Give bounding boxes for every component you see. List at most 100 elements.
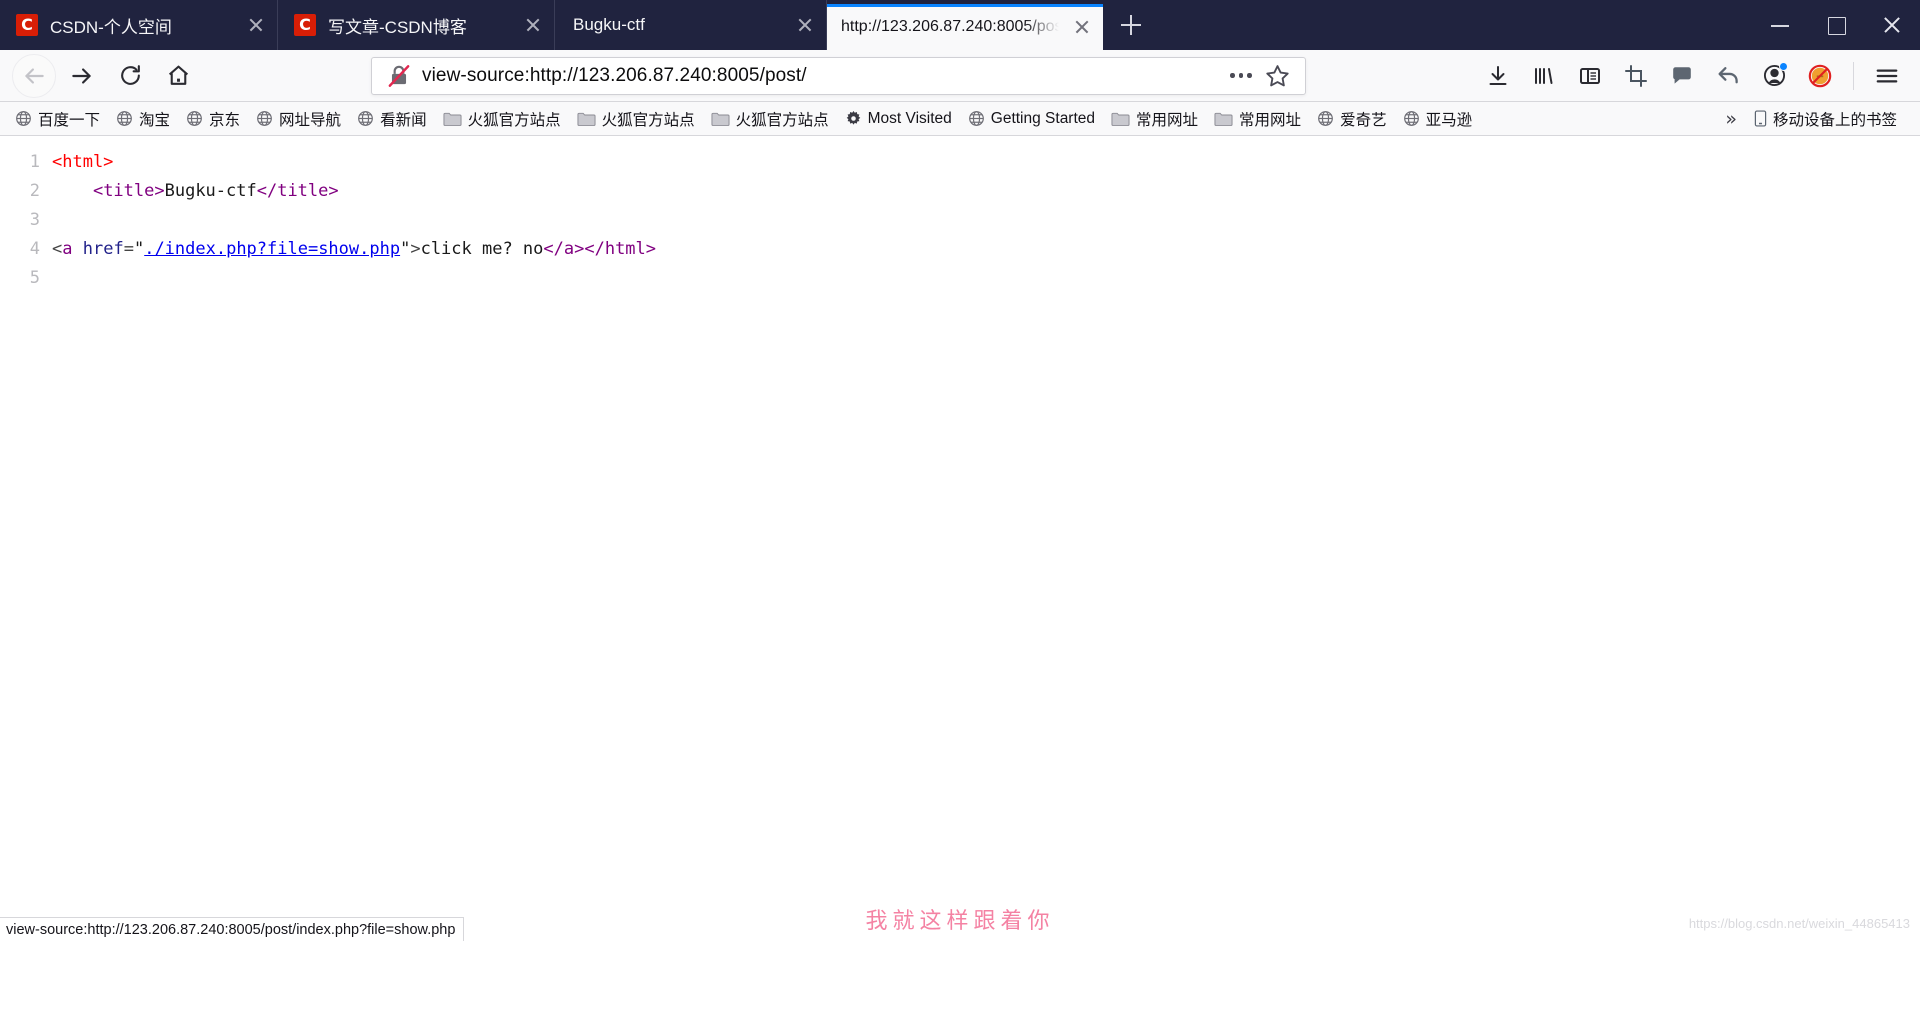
folder-icon [711, 111, 730, 127]
bookmark-label: 京东 [209, 111, 241, 129]
minimize-button[interactable] [1752, 0, 1808, 50]
bookmark-item-getting-started[interactable]: Getting Started [961, 107, 1102, 131]
equals-sign: = [123, 239, 134, 259]
navigation-toolbar: view-source:http://123.206.87.240:8005/p… [0, 50, 1920, 102]
downloads-icon[interactable] [1478, 56, 1518, 96]
line-number: 2 [29, 181, 40, 201]
chat-bubble-icon[interactable] [1662, 56, 1702, 96]
source-code: <html> [52, 148, 1920, 177]
sidebar-icon[interactable] [1570, 56, 1610, 96]
bookmark-label: Getting Started [990, 109, 1096, 127]
new-tab-button[interactable] [1109, 3, 1153, 47]
bookmark-mobile-bookmarks[interactable]: 移动设备上的书签 [1747, 105, 1904, 133]
tab-close-icon[interactable] [239, 8, 273, 42]
source-line-2: 2 <title>Bugku-ctf</title> [0, 177, 1920, 206]
address-bar[interactable]: view-source:http://123.206.87.240:8005/p… [371, 56, 1306, 95]
bookmark-item-most-visited[interactable]: Most Visited [838, 107, 959, 131]
bookmark-label: 移动设备上的书签 [1772, 111, 1897, 129]
bookmark-folder-common-1[interactable]: 常用网址 [1104, 105, 1205, 133]
close-window-button[interactable] [1864, 0, 1920, 50]
bookmark-item-taobao[interactable]: 淘宝 [109, 105, 177, 133]
csdn-icon [16, 14, 38, 36]
html-open-tag: <html> [52, 152, 114, 172]
source-line-1: 1 <html> [0, 148, 1920, 177]
anchor-text: click me? no [420, 239, 544, 259]
toolbar-right-buttons [1475, 56, 1910, 96]
tab-title: 写文章-CSDN博客 [328, 17, 467, 37]
window-controls [1752, 0, 1920, 50]
anchor-close-tag: </a> [543, 239, 585, 259]
ellipsis-icon[interactable] [1223, 60, 1259, 92]
globe-icon [357, 110, 374, 127]
bookmark-item-baidu[interactable]: 百度一下 [8, 105, 107, 133]
url-bar-container: view-source:http://123.206.87.240:8005/p… [202, 56, 1475, 95]
view-source-content: 1 <html> 2 <title>Bugku-ctf</title> 3 4 … [0, 136, 1920, 941]
globe-icon [1403, 110, 1420, 127]
browser-tab-4-active[interactable]: http://123.206.87.240:8005/post/ [827, 4, 1103, 50]
folder-icon [1214, 111, 1233, 127]
browser-tab-2[interactable]: 写文章-CSDN博客 [278, 0, 555, 50]
bookmark-item-nav[interactable]: 网址导航 [249, 105, 348, 133]
status-bar-link-preview: view-source:http://123.206.87.240:8005/p… [0, 917, 465, 941]
source-line-4: 4 <a href="./index.php?file=show.php">cl… [0, 235, 1920, 264]
bookmark-item-amazon[interactable]: 亚马逊 [1396, 105, 1480, 133]
library-icon[interactable] [1524, 56, 1564, 96]
bookmark-item-news[interactable]: 看新闻 [350, 105, 434, 133]
anchor-tag-name: a [62, 239, 73, 259]
back-arrow-icon[interactable] [12, 53, 56, 98]
globe-icon [968, 110, 985, 127]
globe-icon [256, 110, 273, 127]
bookmark-folder-firefox-3[interactable]: 火狐官方站点 [704, 105, 836, 133]
globe-icon [1317, 110, 1334, 127]
csdn-icon [294, 14, 316, 36]
account-badge [1779, 61, 1788, 71]
globe-icon [116, 110, 133, 127]
title-text: Bugku-ctf [164, 181, 257, 201]
bookmark-folder-firefox-1[interactable]: 火狐官方站点 [436, 105, 568, 133]
maximize-button[interactable] [1808, 0, 1864, 50]
bookmark-label: Most Visited [867, 109, 952, 127]
account-icon[interactable] [1754, 56, 1794, 96]
bookmark-label: 火狐官方站点 [467, 111, 561, 129]
href-link[interactable]: ./index.php?file=show.php [144, 239, 400, 259]
forward-arrow-icon[interactable] [60, 54, 104, 98]
tab-close-icon[interactable] [788, 8, 822, 42]
undo-icon[interactable] [1708, 56, 1748, 96]
reload-icon[interactable] [108, 54, 152, 98]
home-icon[interactable] [156, 54, 200, 98]
bookmark-label: 网址导航 [279, 111, 342, 129]
screenshot-icon[interactable] [1616, 56, 1656, 96]
bookmark-label: 常用网址 [1136, 111, 1199, 129]
url-text[interactable]: view-source:http://123.206.87.240:8005/p… [422, 65, 1223, 87]
tab-close-icon[interactable] [1065, 10, 1099, 44]
tab-title: Bugku-ctf [573, 15, 645, 34]
gt-bracket: > [410, 239, 421, 259]
bookmark-item-iqiyi[interactable]: 爱奇艺 [1310, 105, 1394, 133]
source-code: <a href="./index.php?file=show.php">clic… [52, 235, 1920, 264]
tab-title: CSDN-个人空间 [50, 17, 172, 37]
bookmarks-overflow-chevron-icon[interactable]: » [1715, 108, 1747, 130]
tab-close-icon[interactable] [516, 8, 550, 42]
globe-icon [186, 110, 203, 127]
browser-tab-3[interactable]: Bugku-ctf [555, 0, 827, 50]
bookmark-folder-common-2[interactable]: 常用网址 [1207, 105, 1308, 133]
bookmark-label: 爱奇艺 [1340, 111, 1387, 129]
menu-icon[interactable] [1867, 56, 1907, 96]
star-icon[interactable] [1259, 60, 1295, 92]
insecure-lock-icon[interactable] [386, 63, 412, 89]
tab-strip: CSDN-个人空间 写文章-CSDN博客 Bugku-ctf http://12… [0, 0, 1920, 50]
lt-bracket: < [52, 239, 63, 259]
browser-tab-1[interactable]: CSDN-个人空间 [0, 0, 278, 50]
title-close-tag: </title> [256, 181, 339, 201]
quote-open: " [133, 239, 145, 259]
toolbar-divider [1853, 61, 1854, 90]
quote-close: " [400, 239, 411, 259]
bookmarks-toolbar: 百度一下 淘宝 京东 网址导航 看新闻 火狐官方站点 火狐官方站点 火狐官方站点… [0, 102, 1920, 136]
bookmark-item-jd[interactable]: 京东 [179, 105, 247, 133]
blocked-extension-icon[interactable] [1800, 56, 1840, 96]
bookmark-folder-firefox-2[interactable]: 火狐官方站点 [570, 105, 702, 133]
line-number: 5 [29, 268, 40, 288]
gear-icon [845, 110, 862, 127]
